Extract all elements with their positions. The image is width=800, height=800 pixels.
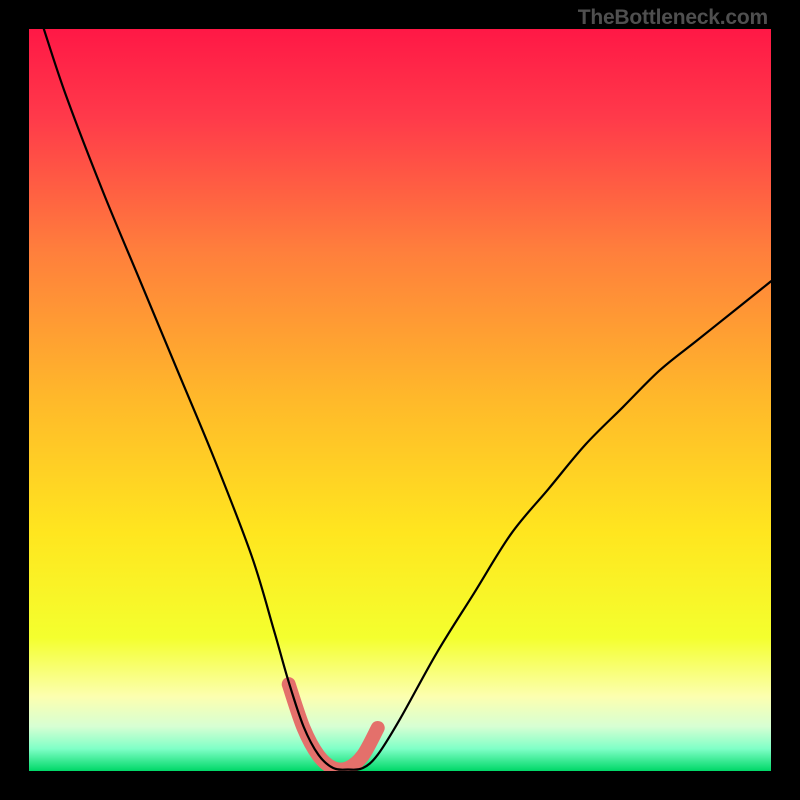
chart-svg — [29, 29, 771, 771]
chart-frame: TheBottleneck.com — [0, 0, 800, 800]
gradient-bg — [29, 29, 771, 771]
plot-area — [29, 29, 771, 771]
watermark-text: TheBottleneck.com — [578, 6, 768, 30]
